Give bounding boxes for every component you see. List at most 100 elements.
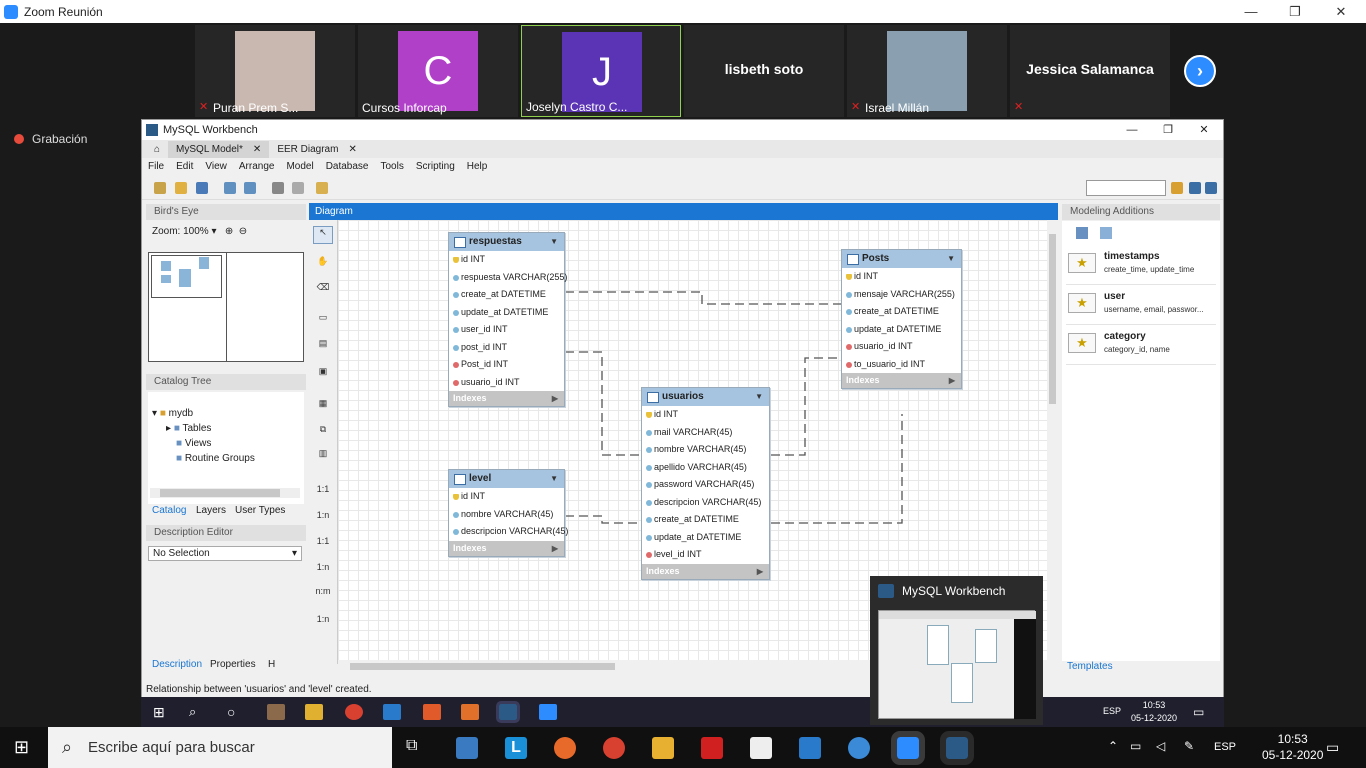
participant-tile[interactable]: C Cursos Inforcap — [358, 25, 518, 117]
window-preview[interactable] — [878, 610, 1036, 719]
eraser-tool-icon[interactable]: ⌫ — [313, 282, 333, 300]
tab-templates[interactable]: Templates — [1067, 661, 1113, 672]
taskbar-clock[interactable]: 10:53 05-12-2020 — [1262, 731, 1323, 763]
zoom-out-icon[interactable]: ⊖ — [239, 226, 247, 237]
tab-user-types[interactable]: User Types — [235, 505, 285, 516]
language-indicator[interactable]: ESP — [1214, 741, 1236, 753]
participant-tile[interactable]: ✕ Israel Millán — [847, 25, 1007, 117]
xampp-icon[interactable] — [461, 704, 479, 720]
search-input[interactable] — [1086, 180, 1166, 196]
indexes-section[interactable]: Indexes — [449, 540, 564, 556]
zoom-app-icon[interactable] — [539, 704, 557, 720]
zoom-control[interactable]: Zoom: 100% ▾ ⊕ ⊖ — [152, 226, 247, 237]
column-row[interactable]: apellido VARCHAR(45) — [642, 459, 769, 477]
column-row[interactable]: to_usuario_id INT — [842, 356, 961, 374]
description-select[interactable]: No Selection ▾ — [148, 546, 302, 561]
rel-1-1-id-tool-icon[interactable]: 1:1 — [313, 536, 333, 554]
participant-tile[interactable]: ✕ Puran Prem S... — [195, 25, 355, 117]
column-row[interactable]: id INT — [642, 406, 769, 424]
table-title[interactable]: usuarios — [642, 388, 769, 406]
indexes-section[interactable]: Indexes — [642, 563, 769, 579]
snippet-category[interactable]: ★ category category_id, name — [1066, 327, 1216, 365]
redo-icon[interactable] — [244, 182, 256, 194]
lync-icon[interactable]: L — [505, 737, 527, 759]
search-icon[interactable]: ⌕ — [189, 704, 207, 720]
description-area[interactable] — [148, 562, 304, 657]
rel-1-n-id-tool-icon[interactable]: 1:n — [313, 562, 333, 580]
toggle-grid-icon[interactable] — [272, 182, 284, 194]
zoom-in-icon[interactable]: ⊕ — [225, 226, 233, 237]
tab-catalog[interactable]: Catalog — [152, 505, 186, 516]
column-row[interactable]: nombre VARCHAR(45) — [449, 506, 564, 524]
vscode-icon[interactable] — [383, 704, 401, 720]
hand-tool-icon[interactable]: ✋ — [313, 256, 333, 274]
rel-1-n-existing-tool-icon[interactable]: 1:n — [313, 614, 333, 632]
table-title[interactable]: Posts — [842, 250, 961, 268]
table-posts[interactable]: Posts id INT mensaje VARCHAR(255) create… — [841, 249, 962, 389]
pen-icon[interactable]: ✎ — [1184, 739, 1194, 753]
toggle-panel-icon[interactable] — [1205, 182, 1217, 194]
cortana-icon[interactable]: ○ — [227, 704, 245, 720]
firefox-icon[interactable] — [554, 737, 576, 759]
scroll-thumb[interactable] — [350, 663, 615, 670]
app-icon[interactable] — [267, 704, 285, 720]
calculator-icon[interactable] — [456, 737, 478, 759]
wb-maximize-button[interactable]: ❐ — [1150, 120, 1186, 140]
routine-tool-icon[interactable]: ▥ — [313, 448, 333, 466]
table-level[interactable]: level id INT nombre VARCHAR(45) descripc… — [448, 469, 568, 557]
tree-node-routines[interactable]: ■ Routine Groups — [176, 453, 255, 464]
column-row[interactable]: level_id INT — [642, 546, 769, 564]
column-row[interactable]: update_at DATETIME — [842, 321, 961, 339]
tab-history[interactable]: H — [268, 659, 275, 670]
canvas-vscroll[interactable] — [1047, 220, 1058, 660]
close-button[interactable]: ✕ — [1318, 0, 1364, 23]
table-usuarios[interactable]: usuarios id INT mail VARCHAR(45) nombre … — [641, 387, 770, 580]
git-icon[interactable] — [423, 704, 441, 720]
snippet-timestamps[interactable]: ★ timestamps create_time, update_time — [1066, 247, 1216, 285]
tree-node-views[interactable]: ■ Views — [176, 438, 211, 449]
file-explorer-icon[interactable] — [305, 704, 323, 720]
tray-clock[interactable]: 10:53 05-12-2020 — [1131, 699, 1177, 725]
file-explorer-icon[interactable] — [652, 737, 674, 759]
wb-minimize-button[interactable]: — — [1114, 120, 1150, 140]
scroll-thumb[interactable] — [160, 489, 280, 497]
table-respuestas[interactable]: respuestas id INT respuesta VARCHAR(255)… — [448, 232, 567, 407]
scroll-thumb[interactable] — [1049, 234, 1056, 404]
table-title[interactable]: level — [449, 470, 564, 488]
chrome-icon[interactable] — [603, 737, 625, 759]
participant-tile-active[interactable]: J Joselyn Castro C... — [521, 25, 681, 117]
rel-1-1-tool-icon[interactable]: 1:1 — [313, 484, 333, 502]
column-row[interactable]: respuesta VARCHAR(255) — [449, 269, 567, 287]
minimize-button[interactable]: — — [1228, 0, 1274, 23]
rel-usuarios-posts[interactable] — [771, 357, 841, 456]
image-tool-icon[interactable]: ▣ — [313, 366, 333, 384]
catalog-hscroll[interactable] — [150, 488, 300, 498]
layer-tool-icon[interactable]: ▭ — [313, 312, 333, 330]
taskbar-thumbnail-popup[interactable]: MySQL Workbench — [870, 576, 1043, 725]
column-row[interactable]: nombre VARCHAR(45) — [642, 441, 769, 459]
chrome-icon[interactable] — [345, 704, 363, 720]
vscode-icon[interactable] — [799, 737, 821, 759]
participant-tile[interactable]: Jessica Salamanca ✕ — [1010, 25, 1170, 117]
tab-properties[interactable]: Properties — [210, 659, 256, 670]
tree-node-tables[interactable]: ▸ ■ Tables — [166, 423, 211, 434]
zoom-app-icon[interactable] — [891, 731, 925, 765]
rel-n-m-tool-icon[interactable]: n:m — [313, 586, 333, 604]
column-row[interactable]: mail VARCHAR(45) — [642, 424, 769, 442]
network-icon[interactable]: ▭ — [1130, 739, 1141, 753]
toggle-sidebar-icon[interactable] — [1189, 182, 1201, 194]
edge-icon[interactable] — [848, 737, 870, 759]
menu-database[interactable]: Database — [326, 158, 369, 176]
menu-model[interactable]: Model — [286, 158, 313, 176]
search-icon[interactable] — [1171, 182, 1183, 194]
snippet-user[interactable]: ★ user username, email, passwor... — [1066, 287, 1216, 325]
table-title[interactable]: respuestas — [449, 233, 564, 251]
new-file-icon[interactable] — [154, 182, 166, 194]
menu-edit[interactable]: Edit — [176, 158, 193, 176]
column-row[interactable]: id INT — [842, 268, 961, 286]
column-row[interactable]: Post_id INT — [449, 356, 564, 374]
home-icon[interactable]: ⌂ — [146, 141, 168, 158]
tab-mysql-model[interactable]: MySQL Model* ✕ — [168, 141, 270, 158]
snippet-view-icon[interactable] — [1100, 227, 1112, 239]
column-row[interactable]: update_at DATETIME — [449, 304, 564, 322]
